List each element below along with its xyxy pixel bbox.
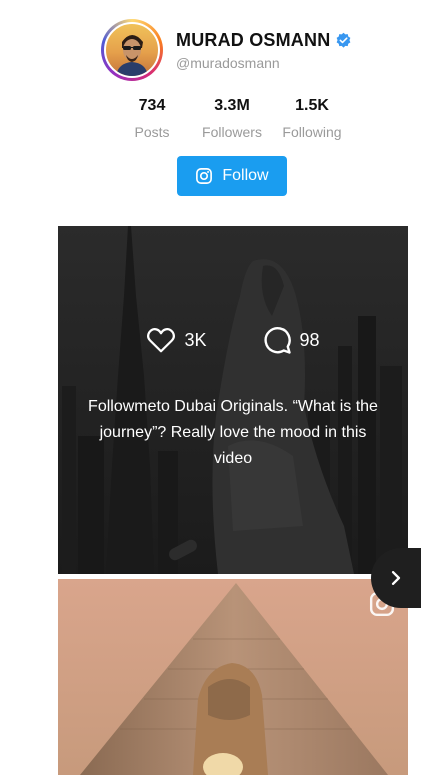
avatar-portrait-icon [116, 35, 148, 76]
like-count-value: 3K [184, 329, 207, 350]
comment-icon [263, 327, 291, 354]
heart-icon [147, 328, 176, 353]
stat-posts-label: Posts [134, 124, 170, 140]
post-card-pyramid[interactable] [58, 579, 408, 775]
chevron-right-icon [391, 571, 401, 585]
stat-followers-value: 3.3M [214, 97, 250, 114]
avatar-ring[interactable] [101, 19, 163, 81]
like-count[interactable]: 3K [146, 325, 207, 355]
avatar[interactable] [104, 22, 160, 78]
post-card-dubai[interactable]: 3K 98 Followmeto Dubai Originals. “What … [58, 226, 408, 574]
stat-following-label: Following [282, 124, 342, 140]
profile-handle[interactable]: @muradosmann [176, 55, 280, 71]
follow-button[interactable]: Follow [177, 156, 287, 196]
stat-followers[interactable]: 3.3M Followers [192, 97, 272, 140]
stat-followers-label: Followers [202, 124, 262, 140]
comment-count-value: 98 [299, 329, 320, 350]
instagram-icon [196, 168, 213, 184]
stat-posts-value: 734 [138, 97, 166, 114]
follow-button-label: Follow [222, 167, 269, 184]
stat-posts[interactable]: 734 Posts [112, 97, 192, 140]
verified-badge-icon [337, 32, 351, 48]
profile-stats: 734 Posts 3.3M Followers 1.5K Following [112, 97, 352, 140]
post-engagement-overlay: 3K 98 [58, 325, 408, 355]
post-caption: Followmeto Dubai Originals. “What is the… [88, 398, 378, 467]
profile-name[interactable]: MURAD OSMANN [176, 30, 330, 51]
comment-count[interactable]: 98 [262, 325, 320, 355]
stat-following-value: 1.5K [295, 97, 329, 114]
stat-following[interactable]: 1.5K Following [272, 97, 352, 140]
post-pyramid-sphinx-image [58, 579, 408, 775]
name-row: MURAD OSMANN [176, 30, 352, 51]
